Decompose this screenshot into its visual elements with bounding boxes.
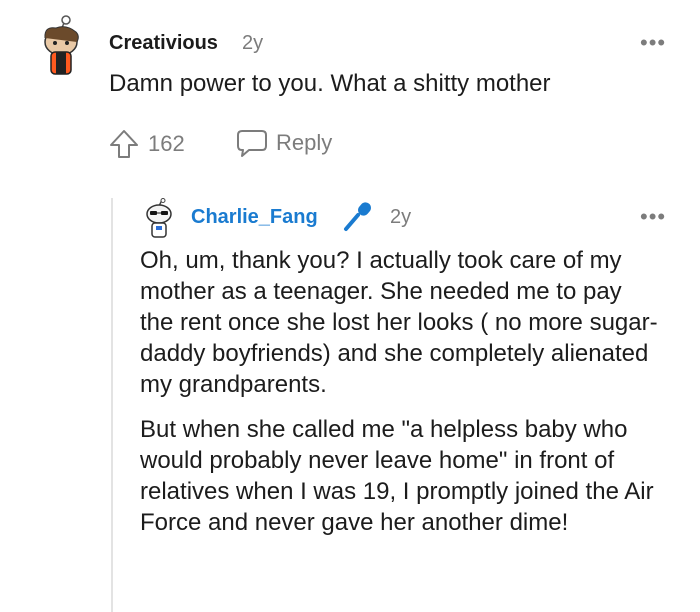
- comment-body: Oh, um, thank you? I actually took care …: [140, 245, 660, 538]
- upvote-button[interactable]: 162: [108, 128, 185, 160]
- thread-line[interactable]: [111, 198, 113, 612]
- username[interactable]: Charlie_Fang: [191, 206, 318, 229]
- speech-bubble-icon: [236, 128, 268, 158]
- avatar[interactable]: [36, 14, 86, 76]
- username[interactable]: Creativious: [109, 32, 218, 55]
- microphone-icon: [342, 200, 374, 232]
- upvote-arrow-icon: [108, 128, 140, 160]
- more-options-icon[interactable]: •••: [640, 30, 666, 56]
- comment-paragraph: But when she called me "a helpless baby …: [140, 416, 654, 536]
- comment-age: 2y: [390, 206, 412, 228]
- comment-age: 2y: [242, 32, 264, 54]
- comment-paragraph: Oh, um, thank you? I actually took care …: [140, 247, 658, 398]
- avatar[interactable]: [140, 198, 178, 240]
- reply-label: Reply: [276, 130, 333, 155]
- comment-body: Damn power to you. What a shitty mother: [109, 70, 551, 97]
- upvote-count: 162: [148, 131, 185, 156]
- more-options-icon[interactable]: •••: [640, 204, 666, 230]
- reply-button[interactable]: Reply: [236, 128, 332, 158]
